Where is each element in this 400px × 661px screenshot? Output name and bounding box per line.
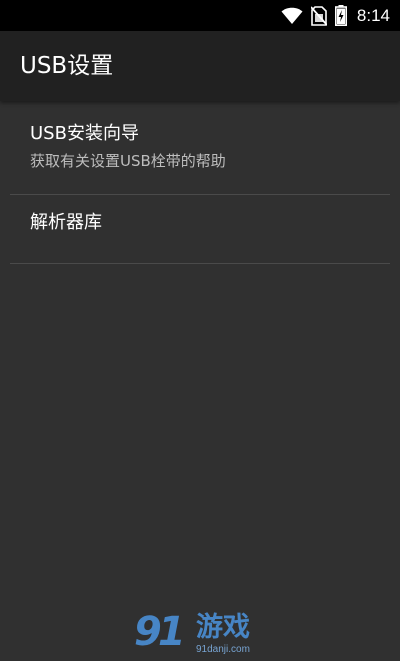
status-time: 8:14 <box>356 5 390 25</box>
watermark-text: 游戏 <box>196 612 250 643</box>
app-bar: USB设置 <box>0 31 400 101</box>
parser-library-title: 解析器库 <box>30 212 102 233</box>
no-sim-icon <box>310 5 327 26</box>
page-title: USB设置 <box>20 53 114 79</box>
usb-setup-wizard-item[interactable]: USB安装向导 获取有关设置USB栓带的帮助 <box>10 101 390 195</box>
usb-setup-wizard-title: USB安装向导 <box>30 123 139 144</box>
preference-list: USB安装向导 获取有关设置USB栓带的帮助 解析器库 <box>0 101 400 264</box>
watermark-url: 91danji.com <box>196 644 250 655</box>
status-icons: 8:14 <box>281 0 390 31</box>
status-bar: 8:14 <box>0 0 400 31</box>
watermark-number: 91 <box>134 609 186 655</box>
battery-charging-icon <box>334 5 347 26</box>
wifi-icon <box>281 7 303 25</box>
parser-library-item[interactable]: 解析器库 <box>10 195 390 264</box>
watermark-logo: 91 游戏 91danji.com <box>134 610 274 660</box>
usb-setup-wizard-summary: 获取有关设置USB栓带的帮助 <box>30 152 226 170</box>
